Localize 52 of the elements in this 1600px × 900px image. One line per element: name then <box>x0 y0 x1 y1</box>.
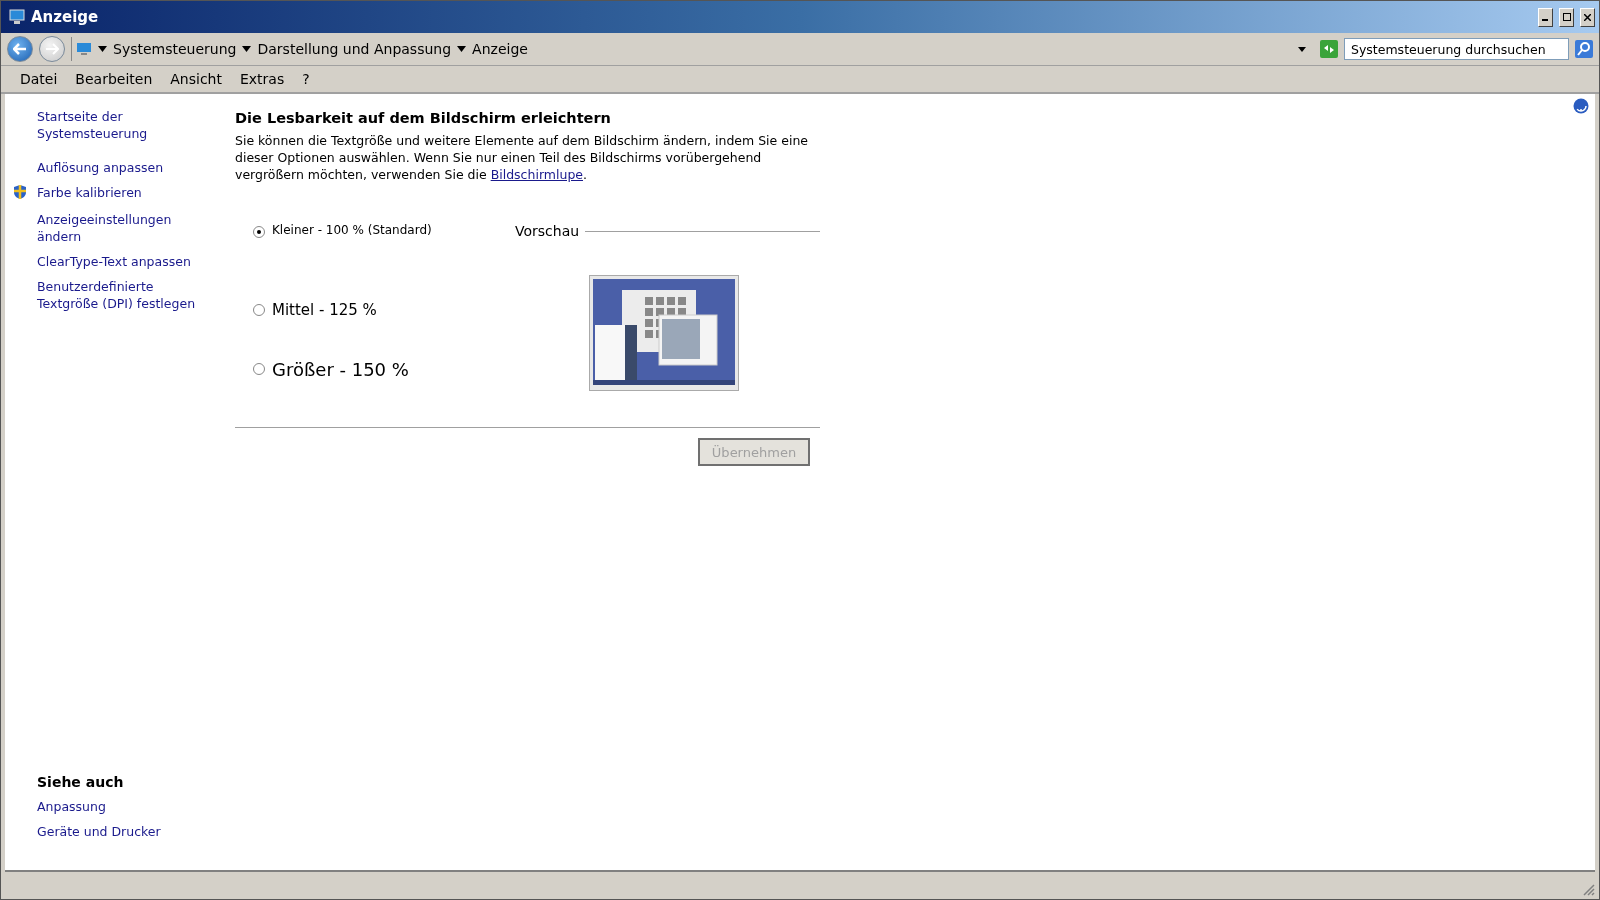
sidebar-link[interactable]: Auflösung anpassen <box>37 159 213 176</box>
size-option[interactable]: Kleiner - 100 % (Standard) <box>253 223 515 279</box>
size-option[interactable]: Mittel - 125 % <box>253 279 515 341</box>
forward-button[interactable] <box>39 36 65 62</box>
monitor-icon <box>9 9 25 25</box>
menu-item[interactable]: Ansicht <box>163 69 229 89</box>
caret-icon[interactable] <box>98 46 107 52</box>
menu-item[interactable]: Bearbeiten <box>68 69 160 89</box>
preview-label: Vorschau <box>515 223 580 239</box>
radio-button[interactable] <box>253 226 265 238</box>
sidebar-link[interactable]: ClearType-Text anpassen <box>37 253 213 270</box>
minimize-button[interactable] <box>1538 7 1553 27</box>
radio-button[interactable] <box>253 363 265 375</box>
maximize-icon <box>1562 13 1571 21</box>
window-title: Anzeige <box>31 8 100 26</box>
description-text: Sie können die Textgröße und weitere Elemente auf dem Bildschirm ändern, indem Sie eine dieser Optionen auswählen. Wenn Sie nur einen Teil des Bildschirms vorübergehend vergrößern möchten, verwenden Sie die Bildschirmlupe. <box>235 132 809 183</box>
menu-item[interactable]: ? <box>295 69 317 89</box>
breadcrumb[interactable]: Systemsteuerung <box>113 41 237 57</box>
close-icon <box>1584 13 1591 21</box>
refresh-icon[interactable] <box>1320 40 1338 58</box>
caret-icon[interactable] <box>457 46 467 52</box>
forward-arrow-icon <box>45 43 59 55</box>
back-button[interactable] <box>7 36 33 62</box>
option-label: Mittel - 125 % <box>272 301 377 319</box>
menu-item[interactable]: Extras <box>233 69 292 89</box>
breadcrumb[interactable]: Anzeige <box>472 41 528 57</box>
see-also-title: Siehe auch <box>37 774 125 790</box>
radio-button[interactable] <box>253 304 265 316</box>
magnifier-link[interactable]: Bildschirmlupe <box>490 167 583 182</box>
page-heading: Die Lesbarkeit auf dem Bildschirm erleichtern <box>235 110 612 126</box>
close-button[interactable] <box>1580 7 1595 27</box>
maximize-button[interactable] <box>1559 7 1574 27</box>
sidebar-link[interactable]: Farbe kalibrieren <box>37 184 213 201</box>
sidebar-link[interactable]: Benutzerdefinierte Textgröße (DPI) festlegen <box>37 278 213 312</box>
shield-icon <box>13 184 27 200</box>
option-label: Kleiner - 100 % (Standard) <box>272 223 432 237</box>
size-option[interactable]: Größer - 150 % <box>253 341 515 397</box>
search-field[interactable]: Systemsteuerung durchsuchen <box>1344 38 1569 60</box>
search-icon[interactable] <box>1575 40 1593 58</box>
back-arrow-icon <box>13 43 27 55</box>
help-icon[interactable] <box>1573 98 1589 114</box>
breadcrumb[interactable]: Darstellung und Anpassung <box>257 41 452 57</box>
see-also-link[interactable]: Anpassung <box>37 798 213 815</box>
see-also-link[interactable]: Geräte und Drucker <box>37 823 213 840</box>
sidebar-link[interactable]: Anzeigeeinstellungen ändern <box>37 211 213 245</box>
caret-icon[interactable] <box>242 46 252 52</box>
menu-item[interactable]: Datei <box>13 69 65 89</box>
caret-icon[interactable] <box>1298 46 1306 52</box>
monitor-icon <box>76 42 92 56</box>
sidebar-link[interactable]: Startseite der Systemsteuerung <box>37 108 213 142</box>
option-label: Größer - 150 % <box>272 358 409 380</box>
resize-grip-icon[interactable] <box>1581 882 1595 896</box>
